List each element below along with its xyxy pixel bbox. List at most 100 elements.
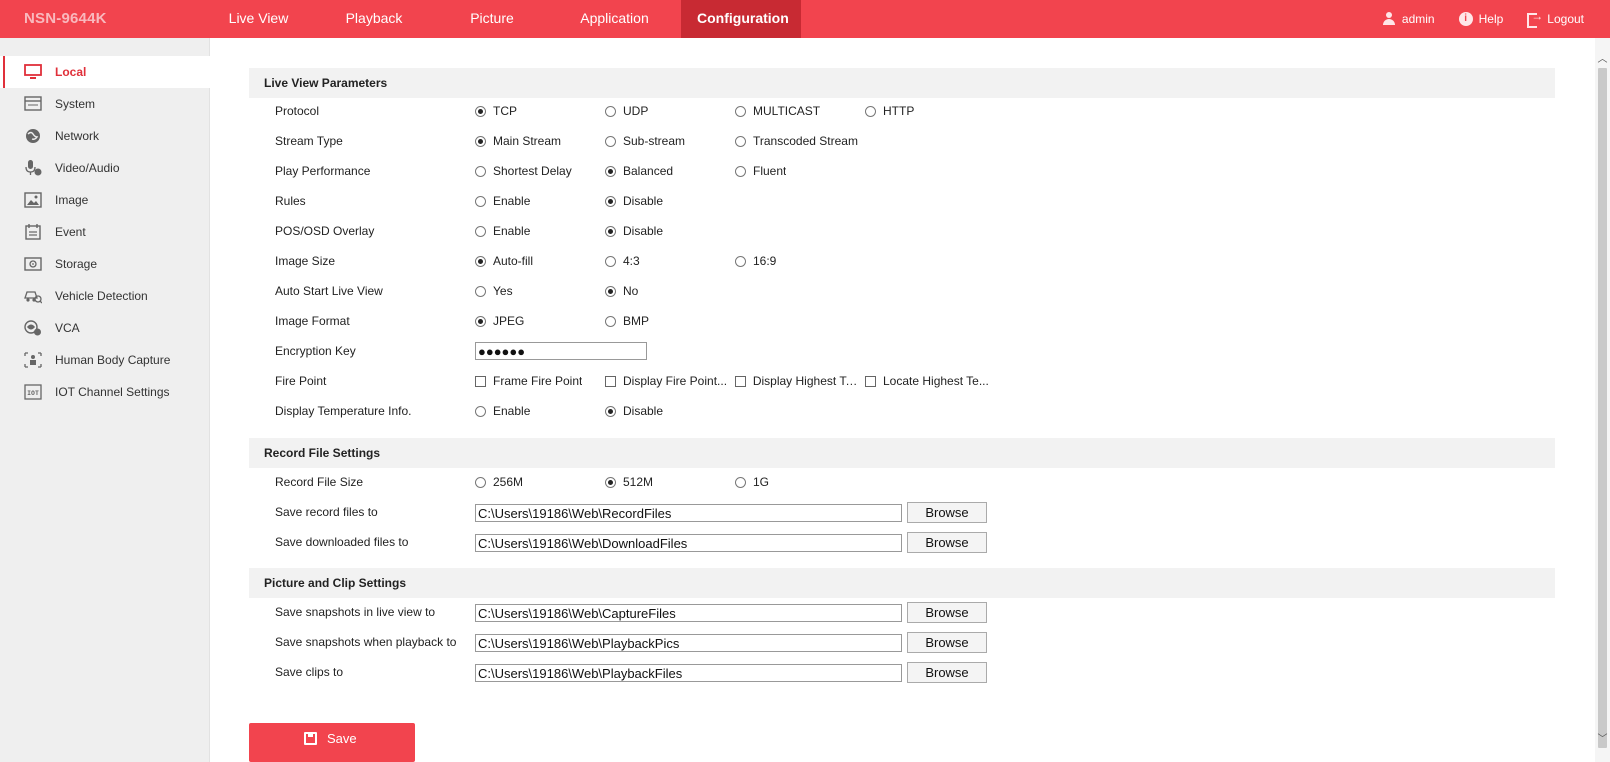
vertical-scrollbar[interactable]: ︿ ﹀ <box>1595 38 1610 762</box>
snap-playback-label: Save snapshots when playback to <box>275 635 457 649</box>
image-size-4-3-radio[interactable]: 4:3 <box>605 254 640 268</box>
display-temp-enable-radio[interactable]: Enable <box>475 404 530 418</box>
auto-start-yes-radio[interactable]: Yes <box>475 284 513 298</box>
image-format-label: Image Format <box>275 314 350 328</box>
save-record-label: Save record files to <box>275 505 378 519</box>
calendar-icon <box>25 224 41 240</box>
sidebar-item-event[interactable]: Event <box>0 216 210 248</box>
save-record-path-input[interactable] <box>475 504 902 522</box>
config-content: Live View Parameters Protocol TCP UDP MU… <box>211 38 1595 762</box>
scroll-up-arrow-icon[interactable]: ︿ <box>1597 54 1608 65</box>
system-icon <box>24 96 42 111</box>
section-live-view: Live View Parameters <box>249 68 1555 98</box>
protocol-udp-radio[interactable]: UDP <box>605 104 648 118</box>
user-menu[interactable]: admin <box>1382 12 1435 26</box>
sidebar-item-iot-channel-settings[interactable]: IOT IOT Channel Settings <box>0 376 210 408</box>
sidebar-item-storage[interactable]: Storage <box>0 248 210 280</box>
image-size-label: Image Size <box>275 254 336 268</box>
perf-fluent-radio[interactable]: Fluent <box>735 164 786 178</box>
sidebar-item-human-body-capture[interactable]: Human Body Capture <box>0 344 210 376</box>
stream-main-radio[interactable]: Main Stream <box>475 134 561 148</box>
top-bar: NSN-9644K Live View Playback Picture App… <box>0 0 1610 38</box>
file-size-1g-radio[interactable]: 1G <box>735 475 769 489</box>
sidebar-item-label: Network <box>55 129 100 143</box>
pos-osd-enable-radio[interactable]: Enable <box>475 224 530 238</box>
perf-shortest-delay-radio[interactable]: Shortest Delay <box>475 164 572 178</box>
nav-configuration[interactable]: Configuration <box>681 0 801 38</box>
sidebar-item-system[interactable]: System <box>0 88 210 120</box>
device-brand: NSN-9644K <box>24 10 107 27</box>
locate-highest-temp-checkbox[interactable]: Locate Highest Te... <box>865 374 993 388</box>
play-performance-label: Play Performance <box>275 164 371 178</box>
scroll-thumb[interactable] <box>1598 68 1607 748</box>
save-downloaded-path-input[interactable] <box>475 534 902 552</box>
microphone-icon <box>25 160 42 176</box>
encryption-key-label: Encryption Key <box>275 344 356 358</box>
save-button[interactable]: Save <box>249 723 415 762</box>
vehicle-icon <box>24 291 42 304</box>
section-picture-clip: Picture and Clip Settings <box>249 568 1555 598</box>
image-size-autofill-radio[interactable]: Auto-fill <box>475 254 533 268</box>
save-clips-path-input[interactable] <box>475 664 902 682</box>
sidebar-item-vehicle-detection[interactable]: Vehicle Detection <box>0 280 210 312</box>
display-highest-temp-checkbox[interactable]: Display Highest Te... <box>735 374 860 388</box>
rules-enable-radio[interactable]: Enable <box>475 194 530 208</box>
sidebar-item-label: Vehicle Detection <box>55 289 148 303</box>
rules-disable-radio[interactable]: Disable <box>605 194 663 208</box>
vca-icon <box>24 320 41 336</box>
scroll-down-arrow-icon[interactable]: ﹀ <box>1597 734 1608 745</box>
protocol-tcp-radio[interactable]: TCP <box>475 104 517 118</box>
browse-snap-playback-button[interactable]: Browse <box>907 632 987 653</box>
browse-snap-live-button[interactable]: Browse <box>907 602 987 623</box>
logout-link[interactable]: Logout <box>1527 9 1584 28</box>
sidebar-item-network[interactable]: Network <box>0 120 210 152</box>
perf-balanced-radio[interactable]: Balanced <box>605 164 673 178</box>
display-temp-disable-radio[interactable]: Disable <box>605 404 663 418</box>
help-link[interactable]: i Help <box>1458 12 1504 26</box>
sidebar: Local System Network Video/Audio Image E… <box>0 38 210 762</box>
sidebar-item-local[interactable]: Local <box>0 56 210 88</box>
image-icon <box>24 192 42 208</box>
save-downloaded-label: Save downloaded files to <box>275 535 409 549</box>
stream-transcoded-radio[interactable]: Transcoded Stream <box>735 134 858 148</box>
sidebar-item-vca[interactable]: VCA <box>0 312 210 344</box>
protocol-label: Protocol <box>275 104 320 118</box>
stream-sub-radio[interactable]: Sub-stream <box>605 134 685 148</box>
fire-point-display-checkbox[interactable]: Display Fire Point... <box>605 374 730 388</box>
nav-playback[interactable]: Playback <box>312 0 436 38</box>
file-size-512m-radio[interactable]: 512M <box>605 475 653 489</box>
display-temp-label: Display Temperature Info. <box>275 404 412 418</box>
fire-point-frame-checkbox[interactable]: Frame Fire Point <box>475 374 600 388</box>
user-name: admin <box>1401 12 1435 26</box>
main-nav: Live View Playback Picture Application C… <box>205 0 801 38</box>
sidebar-item-label: VCA <box>55 321 80 335</box>
encryption-key-input[interactable] <box>475 342 647 360</box>
browse-record-button[interactable]: Browse <box>907 502 987 523</box>
protocol-multicast-radio[interactable]: MULTICAST <box>735 104 820 118</box>
protocol-http-radio[interactable]: HTTP <box>865 104 914 118</box>
image-format-jpeg-radio[interactable]: JPEG <box>475 314 524 328</box>
sidebar-item-image[interactable]: Image <box>0 184 210 216</box>
record-file-size-label: Record File Size <box>275 475 364 489</box>
nav-live-view[interactable]: Live View <box>205 0 312 38</box>
svg-text:IOT: IOT <box>27 389 39 397</box>
user-area: admin i Help Logout <box>1382 0 1584 38</box>
sidebar-item-label: Local <box>55 65 87 79</box>
browse-downloaded-button[interactable]: Browse <box>907 532 987 553</box>
snap-playback-path-input[interactable] <box>475 634 902 652</box>
pos-osd-disable-radio[interactable]: Disable <box>605 224 663 238</box>
nav-application[interactable]: Application <box>548 0 681 38</box>
file-size-256m-radio[interactable]: 256M <box>475 475 523 489</box>
rules-label: Rules <box>275 194 306 208</box>
help-label: Help <box>1478 12 1504 26</box>
logout-label: Logout <box>1547 12 1584 26</box>
sidebar-item-label: System <box>55 97 96 111</box>
image-size-16-9-radio[interactable]: 16:9 <box>735 254 776 268</box>
nav-picture[interactable]: Picture <box>436 0 548 38</box>
auto-start-no-radio[interactable]: No <box>605 284 638 298</box>
browse-clips-button[interactable]: Browse <box>907 662 987 683</box>
sidebar-item-video-audio[interactable]: Video/Audio <box>0 152 210 184</box>
image-format-bmp-radio[interactable]: BMP <box>605 314 649 328</box>
sidebar-item-label: Video/Audio <box>55 161 120 175</box>
snap-live-path-input[interactable] <box>475 604 902 622</box>
